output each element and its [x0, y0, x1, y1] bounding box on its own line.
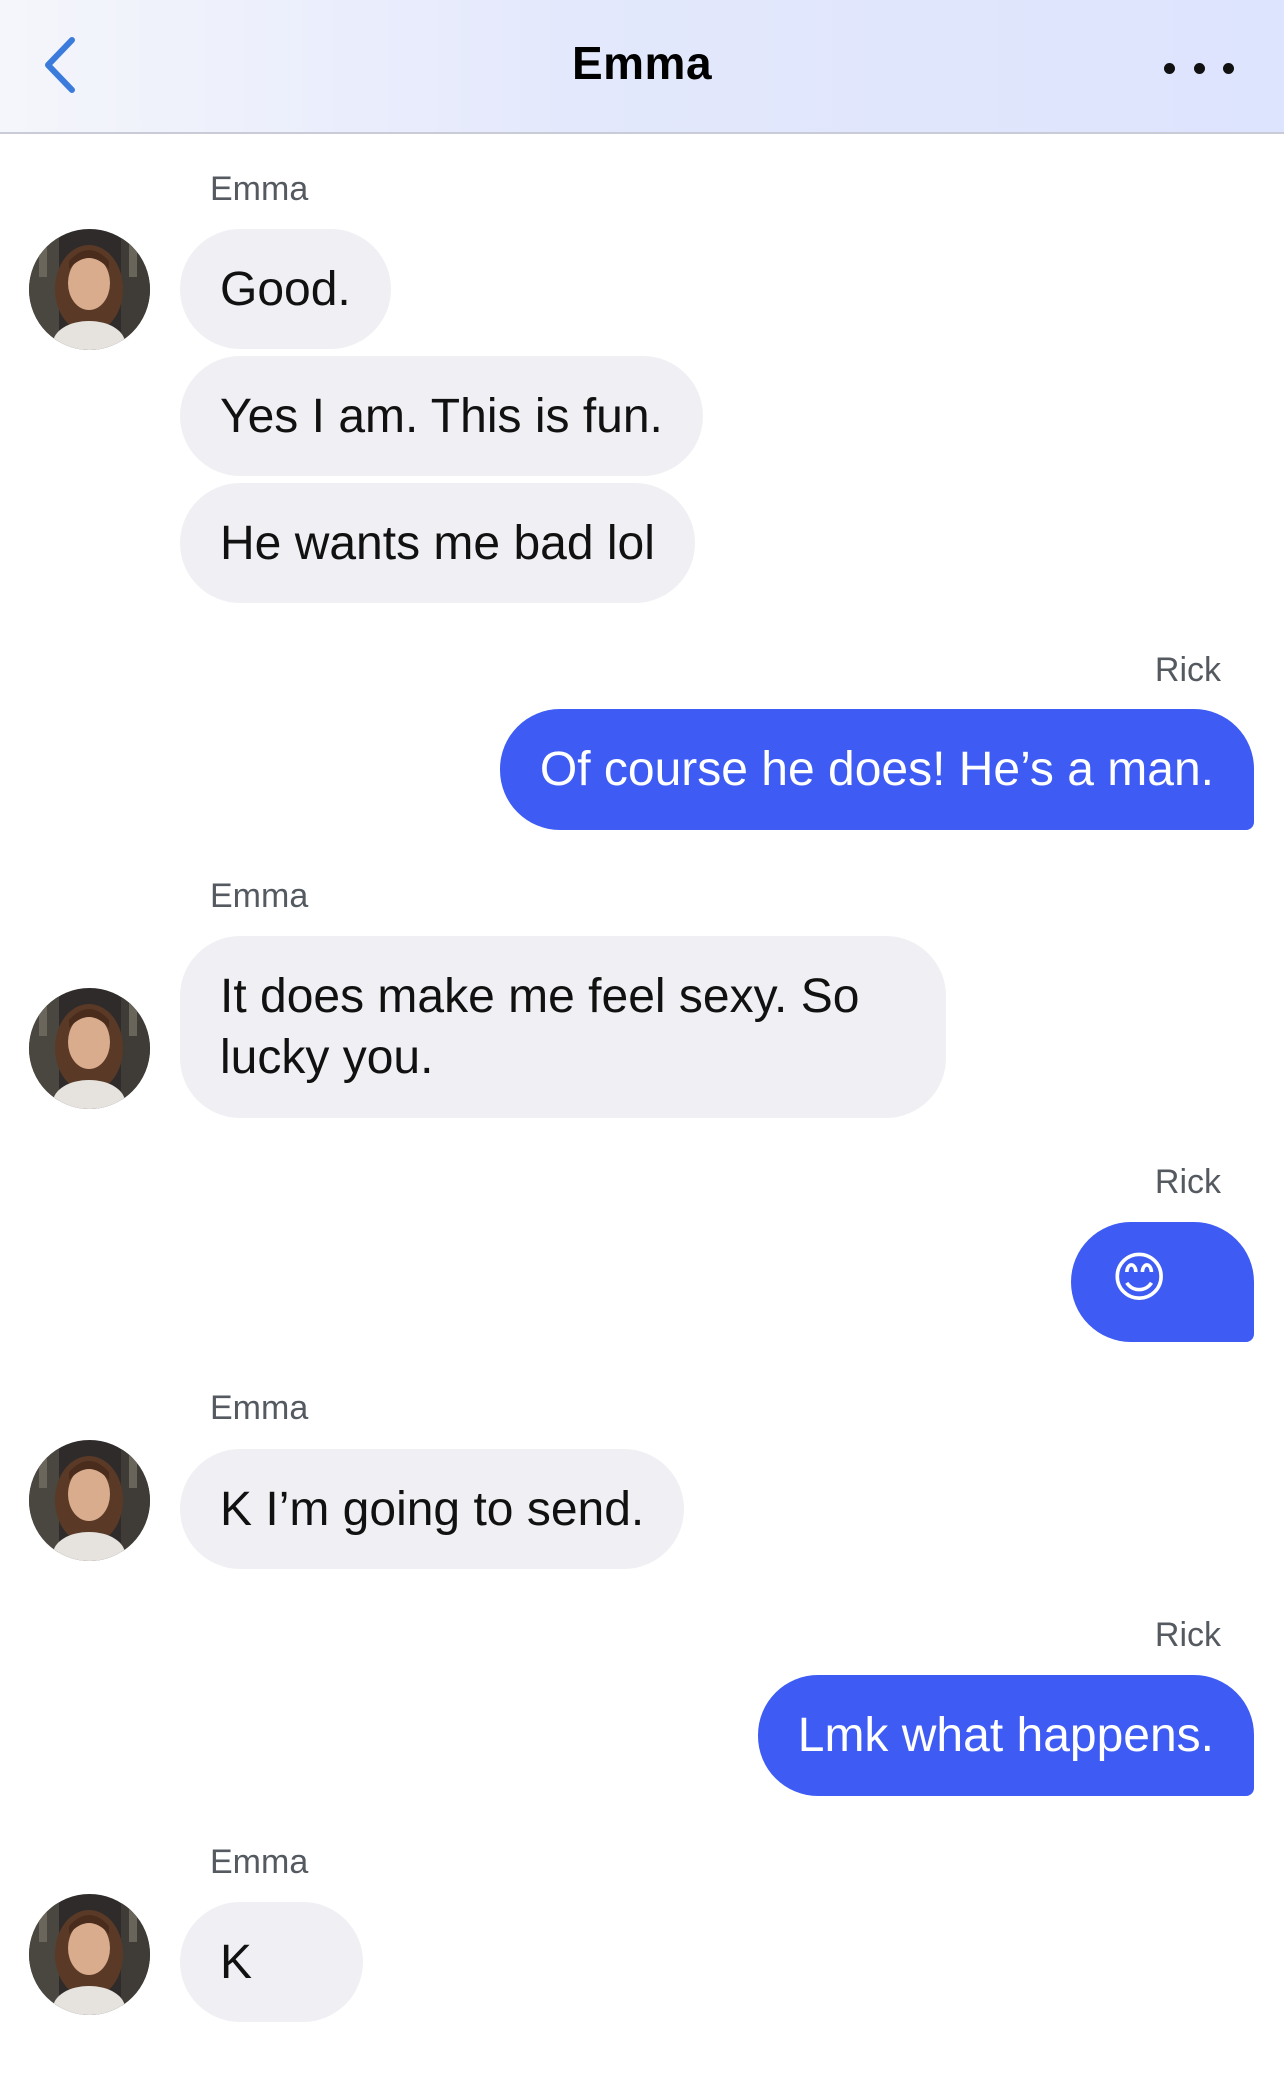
- chat-header: Emma: [0, 0, 1284, 134]
- message-bubble-incoming[interactable]: K I’m going to send.: [180, 1449, 685, 1569]
- message-bubble-incoming[interactable]: He wants me bad lol: [180, 483, 695, 603]
- avatar[interactable]: [29, 1894, 150, 2015]
- message-bubble-incoming[interactable]: K: [180, 1902, 363, 2022]
- message-bubble-incoming[interactable]: It does make me feel sexy. So lucky you.: [180, 936, 946, 1118]
- smiling-face-emoji: 😊: [1111, 1248, 1168, 1308]
- sender-name: Emma: [210, 1389, 309, 1427]
- avatar[interactable]: [29, 988, 150, 1109]
- more-options-button[interactable]: [1164, 46, 1234, 90]
- sender-name: Emma: [210, 877, 309, 915]
- chat-title: Emma: [571, 37, 713, 89]
- more-dots-icon: [1164, 62, 1175, 74]
- message-bubble-outgoing[interactable]: Lmk what happens.: [757, 1675, 1254, 1796]
- message-bubble-outgoing[interactable]: 😊: [1071, 1222, 1254, 1342]
- sender-name: Rick: [1154, 651, 1221, 689]
- avatar-photo: [29, 1894, 150, 2015]
- sender-name: Emma: [210, 170, 309, 208]
- message-bubble-incoming[interactable]: Good.: [180, 229, 391, 349]
- sender-name: Emma: [210, 1843, 309, 1881]
- avatar-photo: [29, 229, 150, 350]
- message-bubble-incoming[interactable]: Yes I am. This is fun.: [180, 356, 703, 476]
- avatar[interactable]: [29, 1440, 150, 1561]
- sender-name: Rick: [1154, 1163, 1221, 1201]
- avatar-photo: [29, 988, 150, 1109]
- avatar-photo: [29, 1440, 150, 1561]
- sender-name: Rick: [1154, 1616, 1221, 1654]
- message-bubble-outgoing[interactable]: Of course he does! He’s a man.: [499, 709, 1254, 830]
- avatar[interactable]: [29, 229, 150, 350]
